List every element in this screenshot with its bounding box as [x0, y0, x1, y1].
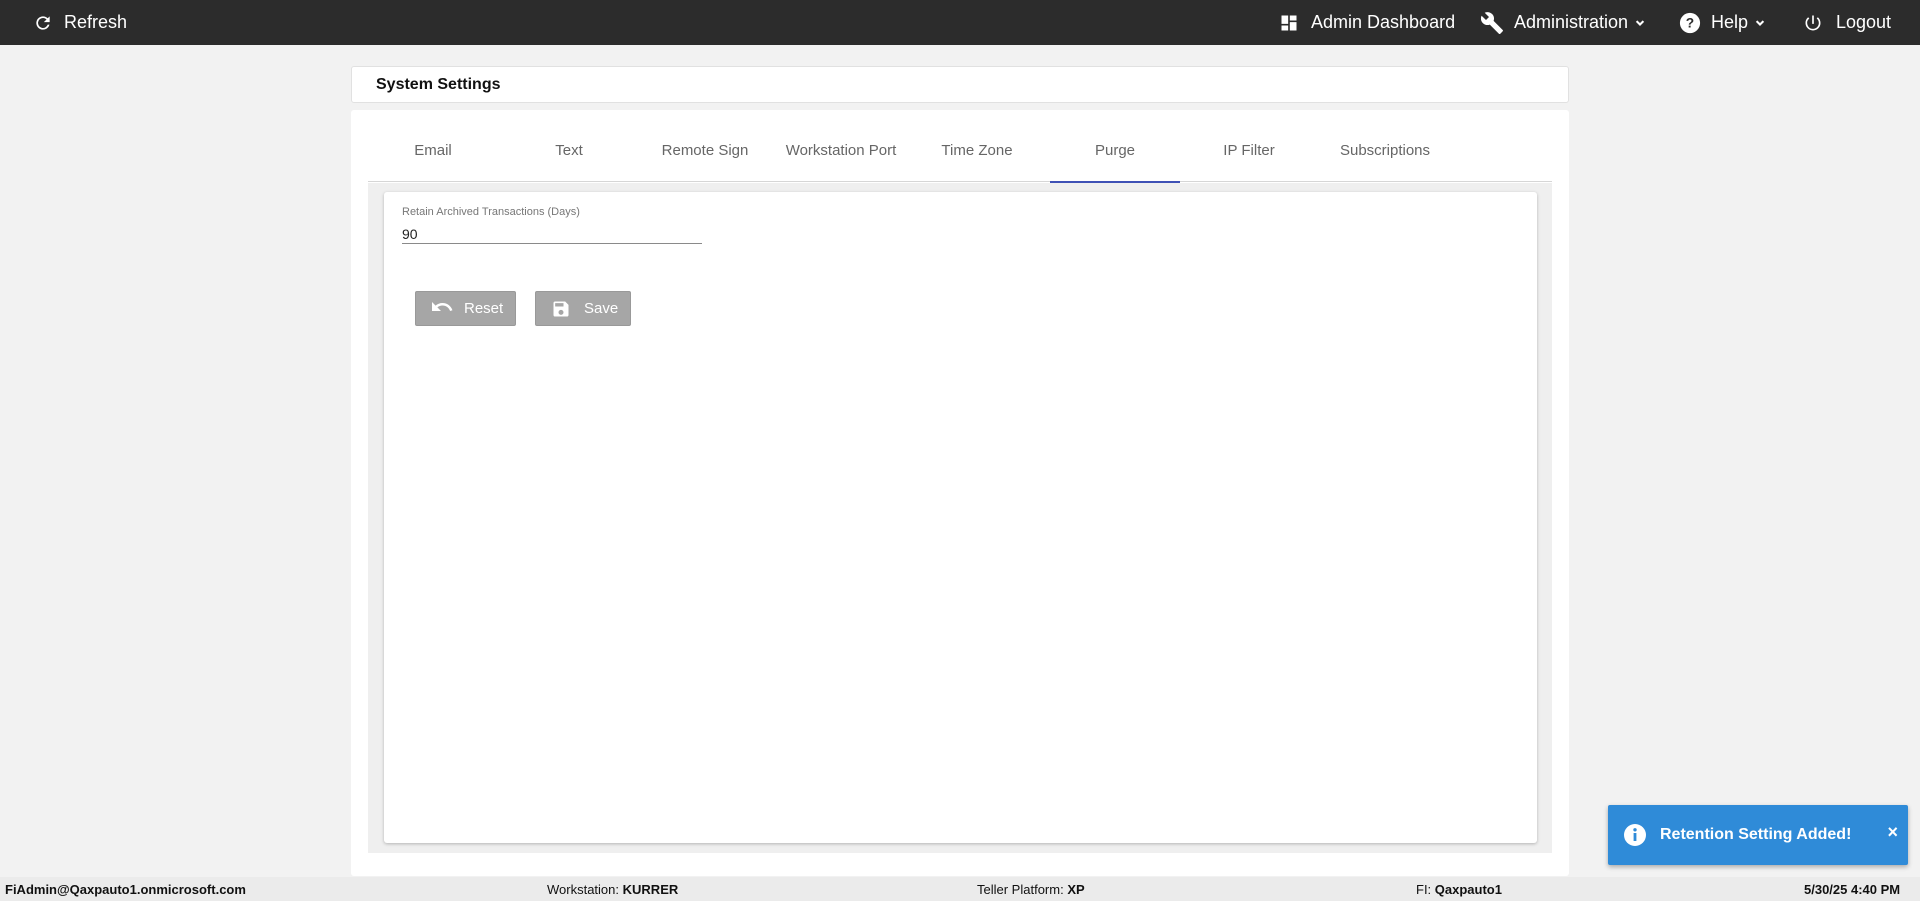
footer-teller-label: Teller Platform: — [977, 882, 1064, 897]
tab-purge[interactable]: Purge — [1050, 110, 1180, 183]
top-nav-bar: Refresh Admin Dashboard Administration ?… — [0, 0, 1920, 45]
undo-icon — [432, 301, 453, 311]
close-icon[interactable]: × — [1887, 822, 1898, 843]
wrench-icon — [1480, 11, 1503, 34]
tab-remote-sign[interactable]: Remote Sign — [640, 110, 770, 182]
footer-fi: FI: Qaxpauto1 — [1416, 882, 1502, 897]
administration-menu[interactable]: Administration — [1480, 0, 1647, 45]
footer-user: FiAdmin@Qaxpauto1.onmicrosoft.com — [5, 882, 246, 897]
footer-workstation: Workstation: KURRER — [547, 882, 678, 897]
floppy-disk-icon — [553, 301, 569, 316]
page-header: System Settings — [351, 66, 1569, 103]
toast-message: Retention Setting Added! — [1660, 826, 1852, 843]
refresh-button[interactable]: Refresh — [33, 0, 127, 45]
footer-fi-value: Qaxpauto1 — [1434, 882, 1502, 897]
tab-time-zone[interactable]: Time Zone — [912, 110, 1042, 182]
footer-teller-value: XP — [1067, 882, 1085, 897]
logout-label: Logout — [1836, 12, 1892, 32]
info-icon — [1623, 823, 1647, 847]
admin-dashboard-label: Admin Dashboard — [1311, 12, 1456, 32]
help-label: Help — [1711, 12, 1749, 32]
tab-ip-filter[interactable]: IP Filter — [1184, 110, 1314, 182]
retain-archived-field: Retain Archived Transactions (Days) — [402, 206, 702, 244]
settings-panel: Email Text Remote Sign Workstation Port … — [351, 110, 1569, 876]
power-icon — [1805, 15, 1821, 30]
admin-dashboard-link[interactable]: Admin Dashboard — [1279, 0, 1455, 45]
dashboard-icon — [1281, 15, 1297, 30]
tab-workstation-port[interactable]: Workstation Port — [776, 110, 906, 182]
administration-label: Administration — [1514, 12, 1629, 32]
settings-tabs: Email Text Remote Sign Workstation Port … — [368, 110, 1552, 183]
reset-label: Reset — [464, 300, 504, 317]
tab-subscriptions[interactable]: Subscriptions — [1320, 110, 1450, 182]
refresh-icon — [36, 15, 50, 30]
tab-text[interactable]: Text — [504, 110, 634, 182]
svg-text:?: ? — [1686, 15, 1694, 30]
footer-datetime: 5/30/25 4:40 PM — [1804, 882, 1901, 897]
page-title: System Settings — [376, 75, 501, 93]
save-button[interactable]: Save — [535, 291, 631, 326]
retain-archived-input[interactable] — [402, 220, 702, 244]
purge-settings-form: Retain Archived Transactions (Days) Rese… — [384, 192, 1537, 843]
footer-fi-label: FI: — [1416, 882, 1432, 897]
chevron-down-icon — [1635, 19, 1645, 26]
tab-email[interactable]: Email — [368, 110, 498, 182]
status-footer: FiAdmin@Qaxpauto1.onmicrosoft.com Workst… — [0, 877, 1920, 901]
help-icon: ? — [1679, 12, 1701, 33]
save-label: Save — [584, 300, 619, 317]
help-menu[interactable]: ? Help — [1679, 0, 1767, 45]
footer-workstation-label: Workstation: — [547, 882, 620, 897]
footer-workstation-value: KURRER — [622, 882, 679, 897]
notification-toast: Retention Setting Added! × — [1608, 805, 1908, 865]
logout-button[interactable]: Logout — [1803, 0, 1891, 45]
refresh-label: Refresh — [64, 12, 128, 32]
footer-teller-platform: Teller Platform: XP — [977, 882, 1085, 897]
chevron-down-icon — [1755, 19, 1765, 26]
retain-archived-label: Retain Archived Transactions (Days) — [402, 206, 580, 218]
tab-content-area: Retain Archived Transactions (Days) Rese… — [368, 183, 1552, 853]
reset-button[interactable]: Reset — [415, 291, 516, 326]
